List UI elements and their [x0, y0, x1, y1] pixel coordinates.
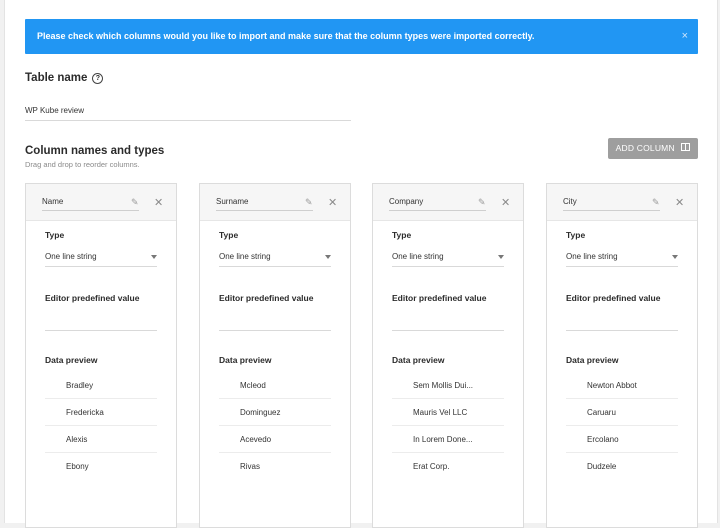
preview-row: Dominguez	[219, 399, 331, 426]
remove-column-icon[interactable]: ✕	[328, 196, 337, 209]
preview-row: Mcleod	[219, 372, 331, 399]
add-column-icon	[681, 138, 691, 159]
column-card[interactable]: Surname ✎ ✕ Type One line string Editor …	[199, 183, 351, 528]
chevron-down-icon	[325, 255, 331, 259]
preview-row: Caruaru	[566, 399, 678, 426]
preview-row: Ebony	[66, 462, 89, 471]
help-icon[interactable]: ?	[92, 73, 104, 84]
column-card[interactable]: City ✎ ✕ Type One line string Editor pre…	[546, 183, 698, 528]
preview-row: In Lorem Done...	[392, 426, 504, 453]
type-label: Type	[45, 230, 65, 240]
data-preview-label: Data preview	[45, 355, 98, 365]
data-preview-label: Data preview	[392, 355, 445, 365]
data-preview-label: Data preview	[219, 355, 272, 365]
columns-section-title: Column names and types	[25, 145, 165, 157]
column-card-header: Company ✎ ✕	[373, 184, 523, 221]
preview-row: Fredericka	[45, 399, 157, 426]
type-label: Type	[219, 230, 239, 240]
notice-text: Please check which columns would you lik…	[37, 31, 535, 41]
column-name-input[interactable]: Surname	[216, 194, 313, 211]
column-card[interactable]: Name ✎ ✕ Type One line string Editor pre…	[25, 183, 177, 528]
column-name-input[interactable]: Company	[389, 194, 486, 211]
preview-row: Bradley	[45, 372, 157, 399]
add-column-button[interactable]: ADD COLUMN	[608, 138, 698, 159]
column-type-select[interactable]: One line string	[392, 249, 504, 267]
chevron-down-icon	[151, 255, 157, 259]
remove-column-icon[interactable]: ✕	[154, 196, 163, 209]
preview-row: Rivas	[240, 462, 261, 471]
column-name-input[interactable]: City	[563, 194, 660, 211]
table-name-input[interactable]: WP Kube review	[25, 103, 351, 121]
close-icon[interactable]: ×	[682, 19, 688, 54]
pencil-icon[interactable]: ✎	[305, 197, 313, 208]
pencil-icon[interactable]: ✎	[652, 197, 660, 208]
info-notice: Please check which columns would you lik…	[25, 19, 698, 54]
column-type-select[interactable]: One line string	[566, 249, 678, 267]
chevron-down-icon	[672, 255, 678, 259]
preview-row: Acevedo	[219, 426, 331, 453]
type-label: Type	[392, 230, 412, 240]
preview-row: Sem Mollis Dui...	[392, 372, 504, 399]
column-card-header: Surname ✎ ✕	[200, 184, 350, 221]
pencil-icon[interactable]: ✎	[131, 197, 139, 208]
column-card-header: Name ✎ ✕	[26, 184, 176, 221]
table-name-label: Table name?	[25, 72, 104, 84]
data-preview-label: Data preview	[566, 355, 619, 365]
editor-value-label: Editor predefined value	[45, 293, 140, 303]
column-name-input[interactable]: Name	[42, 194, 139, 211]
remove-column-icon[interactable]: ✕	[501, 196, 510, 209]
editor-value-input[interactable]	[219, 312, 331, 331]
editor-value-label: Editor predefined value	[392, 293, 487, 303]
data-preview-list: Sem Mollis Dui... Mauris Vel LLC In Lorem …	[392, 372, 504, 480]
preview-row: Erat Corp.	[413, 462, 450, 471]
pencil-icon[interactable]: ✎	[478, 197, 486, 208]
columns-section-subtitle: Drag and drop to reorder columns.	[25, 160, 140, 169]
remove-column-icon[interactable]: ✕	[675, 196, 684, 209]
preview-row: Dudzele	[587, 462, 617, 471]
data-preview-list: Mcleod Dominguez Acevedo Rivas	[219, 372, 331, 480]
preview-row: Newton Abbot	[566, 372, 678, 399]
column-type-select[interactable]: One line string	[219, 249, 331, 267]
column-type-select[interactable]: One line string	[45, 249, 157, 267]
editor-value-label: Editor predefined value	[219, 293, 314, 303]
import-panel: Please check which columns would you lik…	[4, 0, 718, 528]
editor-value-label: Editor predefined value	[566, 293, 661, 303]
preview-row: Mauris Vel LLC	[392, 399, 504, 426]
preview-row: Alexis	[45, 426, 157, 453]
preview-row: Ercolano	[566, 426, 678, 453]
editor-value-input[interactable]	[566, 312, 678, 331]
type-label: Type	[566, 230, 586, 240]
data-preview-list: Bradley Fredericka Alexis Ebony	[45, 372, 157, 480]
editor-value-input[interactable]	[392, 312, 504, 331]
chevron-down-icon	[498, 255, 504, 259]
editor-value-input[interactable]	[45, 312, 157, 331]
column-card[interactable]: Company ✎ ✕ Type One line string Editor …	[372, 183, 524, 528]
column-card-header: City ✎ ✕	[547, 184, 697, 221]
data-preview-list: Newton Abbot Caruaru Ercolano Dudzele	[566, 372, 678, 480]
